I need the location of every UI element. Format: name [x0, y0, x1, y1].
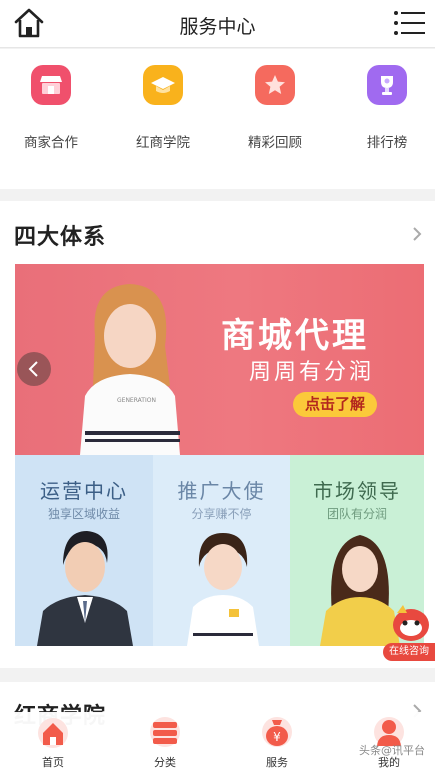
- tab-category[interactable]: 分类: [130, 716, 200, 768]
- shirt-print: GENERATION: [117, 397, 156, 404]
- online-service-button[interactable]: 在线咨询: [383, 601, 435, 661]
- quick-link-review[interactable]: 精彩回顾: [230, 65, 320, 151]
- shop-icon: [31, 65, 71, 105]
- quick-link-academy[interactable]: 红商学院: [118, 65, 208, 151]
- quick-links: 商家合作 红商学院 精彩回顾 排行榜: [0, 49, 435, 189]
- tab-service[interactable]: ¥ 服务: [242, 716, 312, 768]
- home-icon: [38, 718, 68, 748]
- mall-agent-banner[interactable]: GENERATION 商城代理 周周有分润 点击了解: [15, 264, 424, 455]
- quick-link-ranking[interactable]: 排行榜: [342, 65, 432, 151]
- chevron-left-icon[interactable]: [17, 352, 51, 386]
- graduation-cap-icon: [143, 65, 183, 105]
- top-bar: 服务中心: [0, 0, 435, 48]
- chevron-right-icon[interactable]: [411, 225, 423, 243]
- section-title: 四大体系: [14, 225, 107, 250]
- svg-text:¥: ¥: [273, 730, 281, 744]
- girl-figure: [187, 533, 259, 646]
- watermark: 头条@讯平台: [359, 744, 425, 757]
- banner-subline: 周周有分润: [249, 360, 375, 385]
- operation-center-card[interactable]: 运营中心 独享区域收益: [15, 455, 153, 646]
- learn-more-button[interactable]: 点击了解: [293, 392, 377, 417]
- four-systems-section: 四大体系 GENERATION 商城代理 周周有分润 点击了解 运营中心 独享区…: [0, 201, 435, 668]
- trophy-icon: [367, 65, 407, 105]
- tab-home[interactable]: 首页: [18, 716, 88, 768]
- menu-icon[interactable]: [393, 10, 427, 36]
- money-bag-icon: ¥: [262, 717, 292, 747]
- quick-link-merchant[interactable]: 商家合作: [6, 65, 96, 151]
- model-photo: GENERATION: [80, 284, 180, 455]
- page-title: 服务中心: [179, 16, 256, 38]
- role-columns: 运营中心 独享区域收益 推广大使 分享赚不停 市场领导 团队有分润: [15, 455, 424, 646]
- mascot-icon: [393, 605, 429, 641]
- bottom-tab-bar: 首页 分类 ¥ 服务 我的 头条@讯平台: [0, 712, 435, 768]
- online-service-label: 在线咨询: [383, 643, 435, 661]
- promotion-ambassador-card[interactable]: 推广大使 分享赚不停: [153, 455, 290, 646]
- businessman-figure: [37, 531, 133, 646]
- star-icon: [255, 65, 295, 105]
- category-icon: [150, 717, 180, 747]
- banner-headline: 商城代理: [221, 316, 369, 356]
